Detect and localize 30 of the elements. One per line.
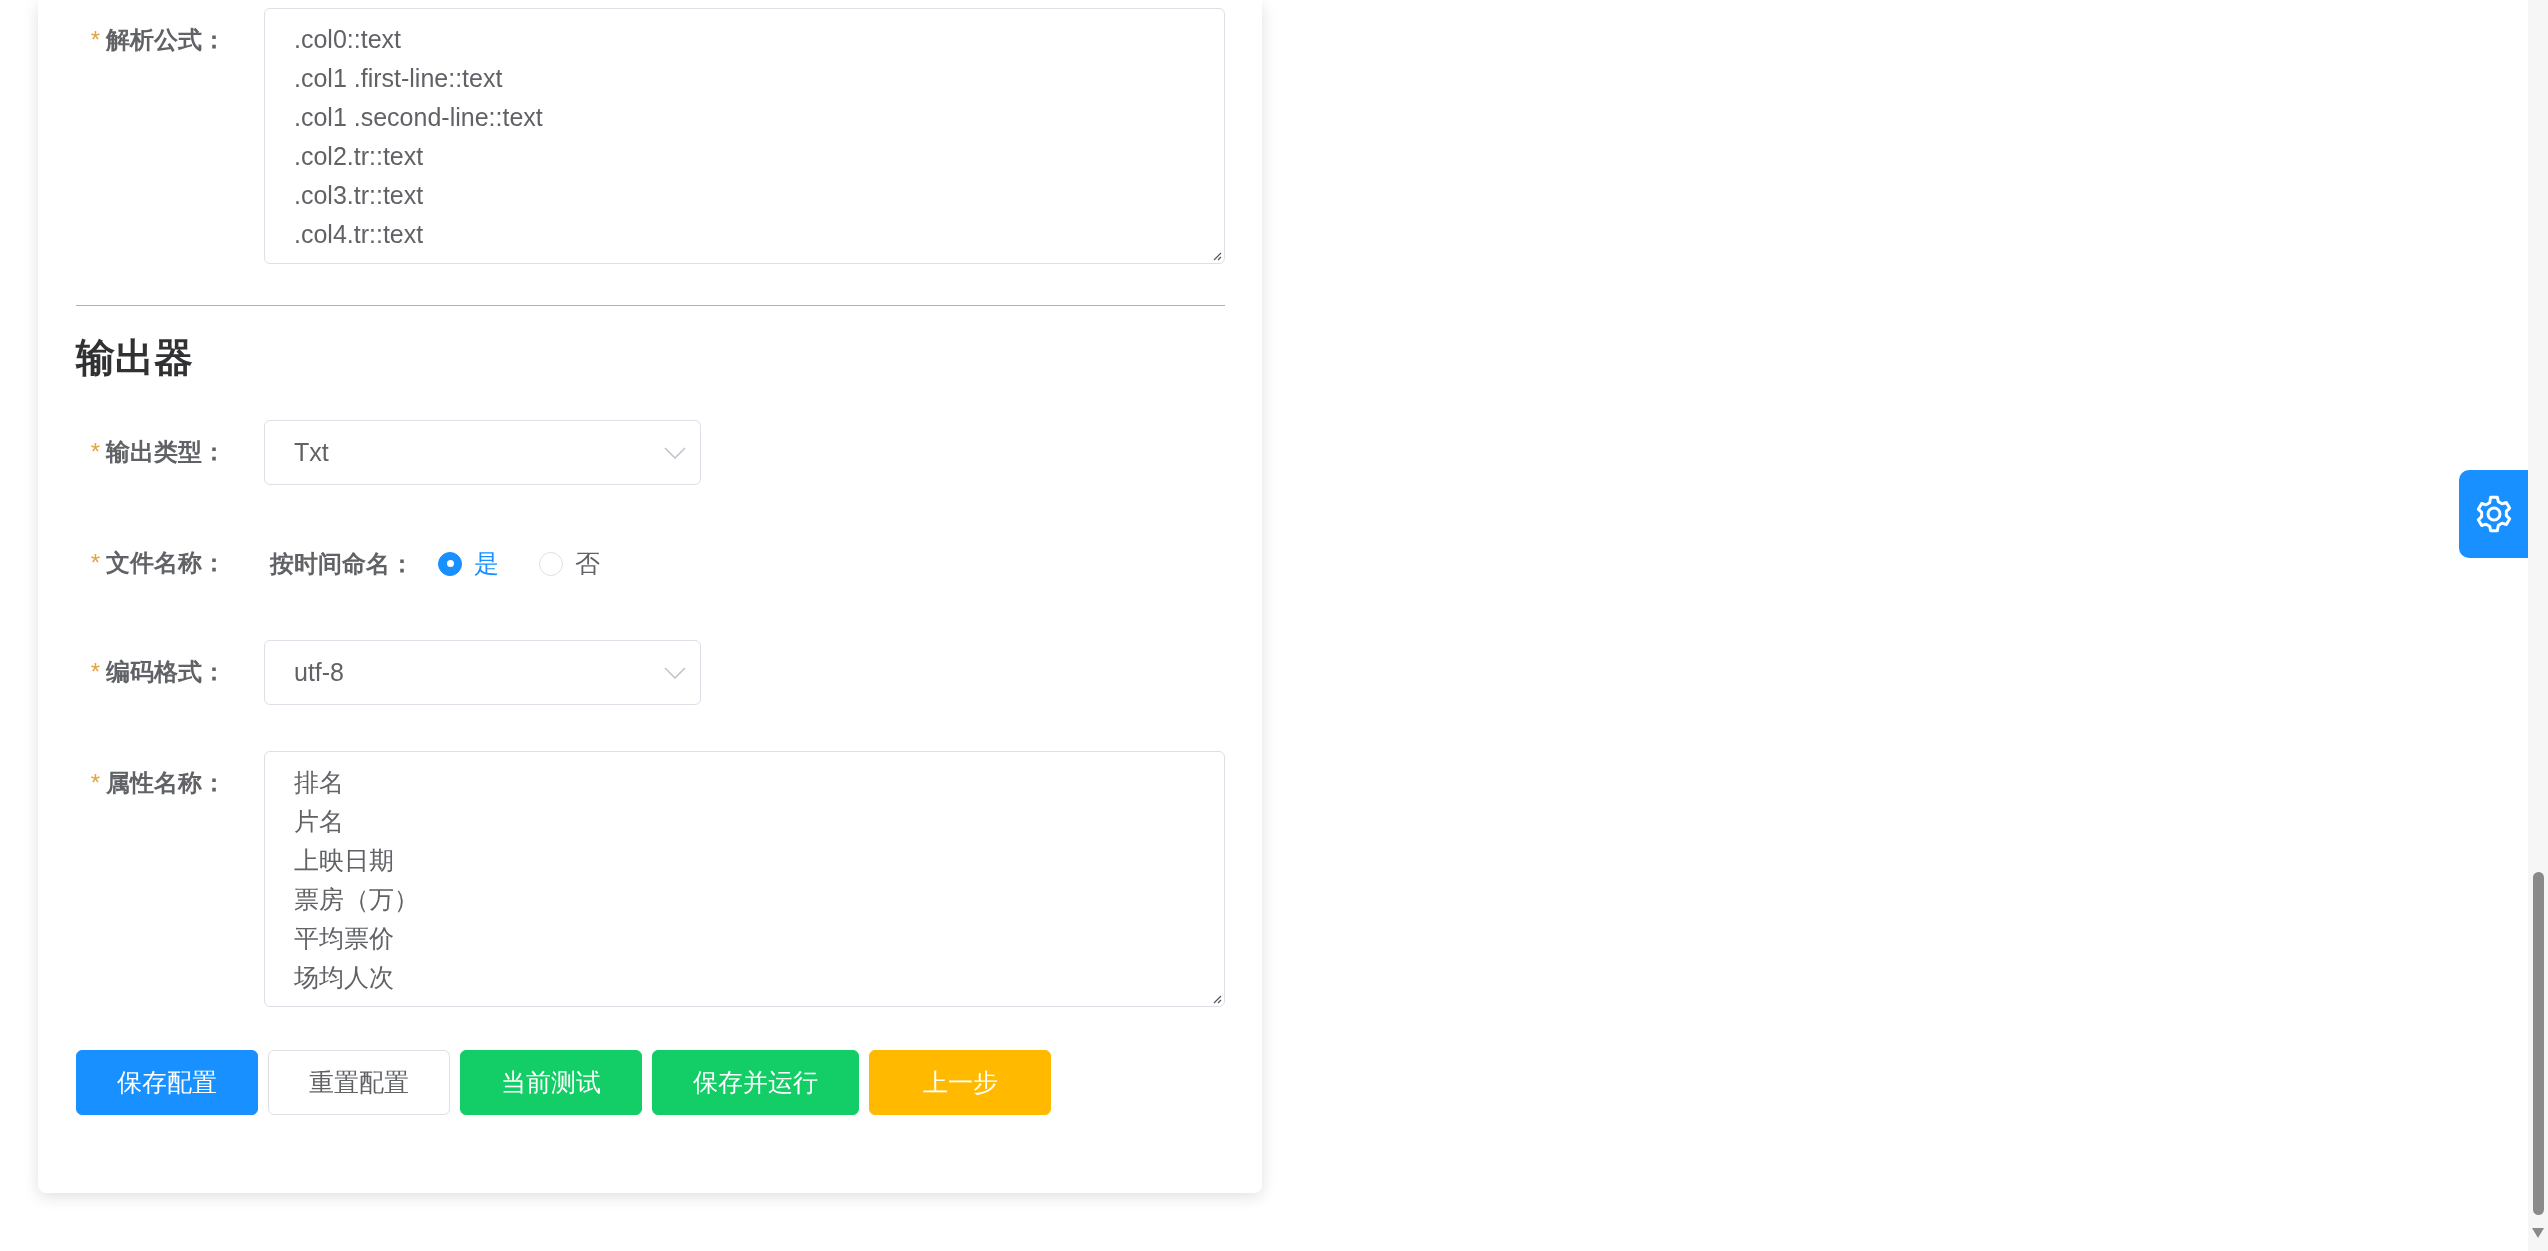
section-heading: 输出器: [76, 335, 194, 381]
chevron-down-icon: [664, 666, 686, 679]
text-area[interactable]: 排名 片名 上映日期 票房（万） 平均票价 场均人次: [264, 751, 1225, 1007]
required-mark: *: [90, 548, 100, 578]
chevron-down-icon: [664, 446, 686, 459]
field-label: 文件名称：: [106, 548, 226, 578]
field-label: 编码格式：: [106, 657, 226, 687]
text-area[interactable]: .col0::text .col1 .first-line::text .col1 .second-line::text .col2.tr::text .col3.tr::text .col4.tr::text: [264, 8, 1225, 264]
field-label: 属性名称：: [106, 768, 226, 798]
required-mark: *: [90, 768, 100, 798]
radio-option[interactable]: 是: [438, 544, 499, 583]
scrollbar-thumb[interactable]: [2533, 872, 2544, 1215]
action-button[interactable]: 重置配置: [268, 1050, 450, 1115]
scroll-down-icon[interactable]: [2532, 1228, 2544, 1238]
required-mark: *: [90, 25, 100, 55]
field-label: 解析公式：: [106, 25, 226, 55]
action-button[interactable]: 保存配置: [76, 1050, 258, 1115]
scrollbar[interactable]: [2528, 0, 2548, 1251]
option-label: 按时间命名：: [270, 548, 414, 579]
radio-option[interactable]: 否: [539, 544, 600, 583]
select-field[interactable]: Txt: [264, 420, 701, 485]
select-value: utf-8: [294, 656, 345, 688]
settings-button[interactable]: [2459, 470, 2528, 558]
required-mark: *: [90, 657, 100, 687]
required-mark: *: [90, 437, 100, 467]
select-field[interactable]: utf-8: [264, 640, 701, 705]
resize-handle-icon[interactable]: [1212, 251, 1222, 261]
field-label: 输出类型：: [106, 437, 226, 467]
resize-handle-icon[interactable]: [1212, 994, 1222, 1004]
select-value: Txt: [294, 436, 329, 468]
